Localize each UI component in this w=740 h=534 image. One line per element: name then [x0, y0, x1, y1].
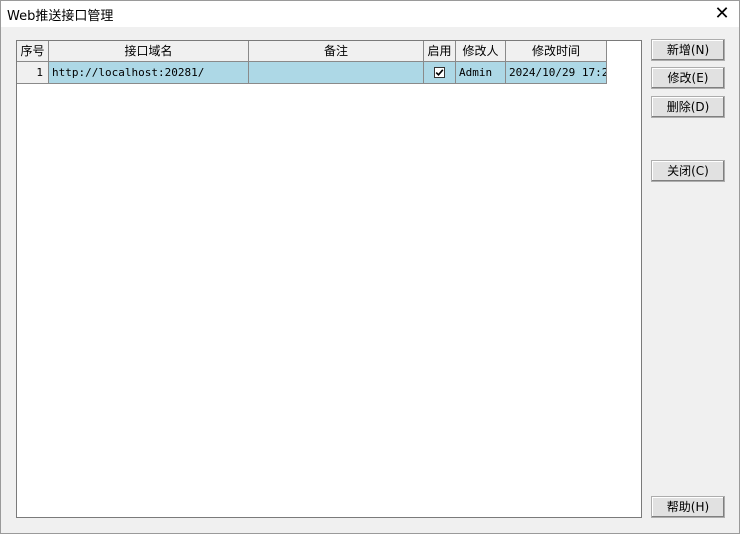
enabled-cell[interactable] — [424, 62, 456, 84]
column-header-modifier[interactable]: 修改人 — [456, 41, 506, 62]
column-header-enabled[interactable]: 启用 — [424, 41, 456, 62]
enabled-checkbox[interactable] — [434, 67, 445, 78]
table-row[interactable]: 1 http://localhost:20281/ Admin 2024/10/… — [17, 62, 607, 84]
modifier-cell[interactable]: Admin — [456, 62, 506, 84]
column-header-modified-time[interactable]: 修改时间 — [506, 41, 607, 62]
column-header-index[interactable]: 序号 — [17, 41, 49, 62]
interface-grid[interactable]: 序号 接口域名 备注 启用 修改人 修改时间 1 http://localhos… — [16, 40, 642, 518]
modified-time-cell[interactable]: 2024/10/29 17:29 — [506, 62, 607, 84]
column-header-remark[interactable]: 备注 — [249, 41, 424, 62]
delete-button[interactable]: 删除(D) — [651, 96, 725, 118]
row-index-cell[interactable]: 1 — [17, 62, 49, 84]
grid-header: 序号 接口域名 备注 启用 修改人 修改时间 — [17, 41, 607, 62]
dialog-window: Web推送接口管理 ✕ 序号 接口域名 备注 启用 修改人 修改时间 1 htt… — [0, 0, 740, 534]
checkmark-icon — [435, 69, 444, 76]
title-bar: Web推送接口管理 ✕ — [1, 1, 739, 27]
close-icon[interactable]: ✕ — [709, 2, 735, 26]
new-button[interactable]: 新增(N) — [651, 39, 725, 61]
help-button[interactable]: 帮助(H) — [651, 496, 725, 518]
column-header-domain[interactable]: 接口域名 — [49, 41, 249, 62]
close-button[interactable]: 关闭(C) — [651, 160, 725, 182]
domain-cell[interactable]: http://localhost:20281/ — [49, 62, 249, 84]
edit-button[interactable]: 修改(E) — [651, 67, 725, 89]
window-title: Web推送接口管理 — [7, 9, 114, 24]
remark-cell[interactable] — [249, 62, 424, 84]
